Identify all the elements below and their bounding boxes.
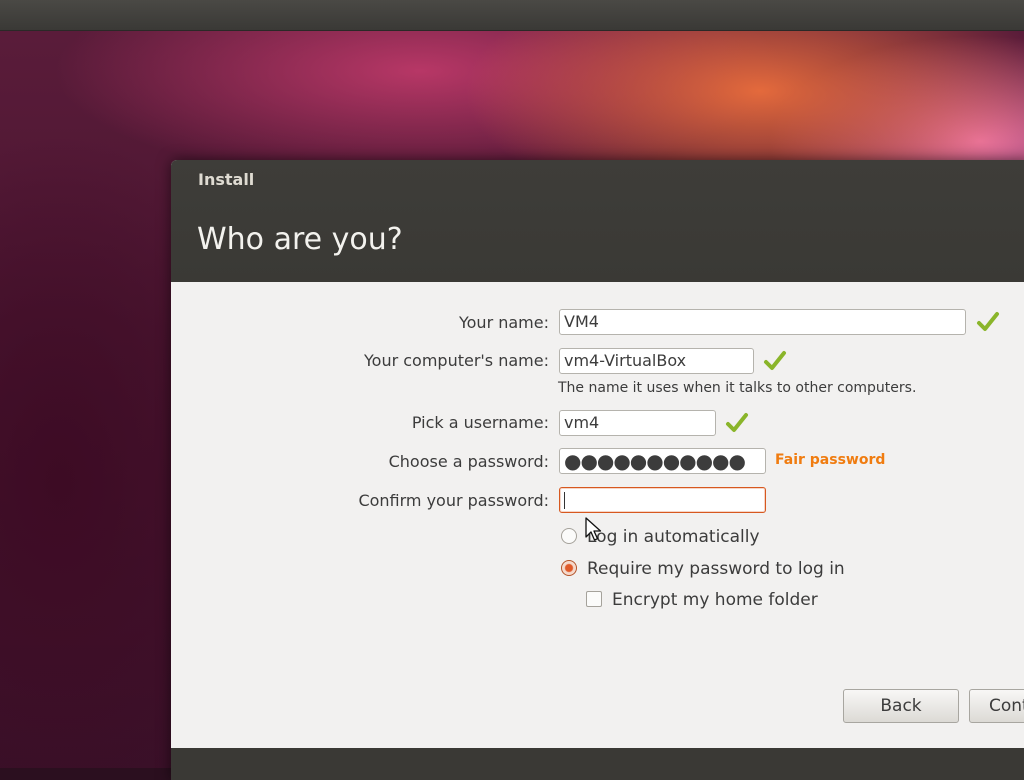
window-header: Install Who are you?: [171, 160, 1024, 282]
back-button[interactable]: Back: [843, 689, 959, 723]
window-bottom-bar: [171, 748, 1024, 780]
computer-name-label: Your computer's name:: [364, 351, 549, 370]
require-password-label: Require my password to log in: [587, 559, 845, 579]
login-automatically-radio[interactable]: [561, 528, 577, 544]
installer-window: Install Who are you? Your name: VM4 Your…: [171, 160, 1024, 780]
encrypt-home-label: Encrypt my home folder: [612, 590, 818, 610]
username-valid-check-icon: [726, 413, 748, 432]
password-label: Choose a password:: [388, 452, 549, 471]
password-strength-indicator: Fair password: [775, 452, 886, 468]
confirm-password-field[interactable]: [559, 487, 766, 513]
mouse-pointer-icon: [585, 517, 602, 541]
continue-button[interactable]: Cont: [969, 689, 1024, 723]
name-field[interactable]: VM4: [559, 309, 966, 335]
username-field[interactable]: vm4: [559, 410, 716, 436]
encrypt-home-option[interactable]: Encrypt my home folder: [586, 589, 846, 611]
window-title: Install: [198, 170, 255, 189]
require-password-option[interactable]: Require my password to log in: [561, 558, 861, 580]
login-automatically-label: Log in automatically: [587, 527, 760, 547]
computer-name-valid-check-icon: [764, 351, 786, 370]
computer-name-hint: The name it uses when it talks to other …: [558, 380, 917, 396]
password-field[interactable]: ●●●●●●●●●●●: [559, 448, 766, 474]
computer-name-field[interactable]: vm4-VirtualBox: [559, 348, 754, 374]
confirm-password-label: Confirm your password:: [358, 491, 549, 510]
page-title: Who are you?: [197, 222, 403, 257]
username-label: Pick a username:: [411, 413, 549, 432]
text-caret: [564, 492, 565, 509]
name-valid-check-icon: [977, 312, 999, 331]
require-password-radio[interactable]: [561, 560, 577, 576]
top-panel: [0, 0, 1024, 31]
encrypt-home-checkbox[interactable]: [586, 591, 602, 607]
name-label: Your name:: [458, 313, 549, 332]
